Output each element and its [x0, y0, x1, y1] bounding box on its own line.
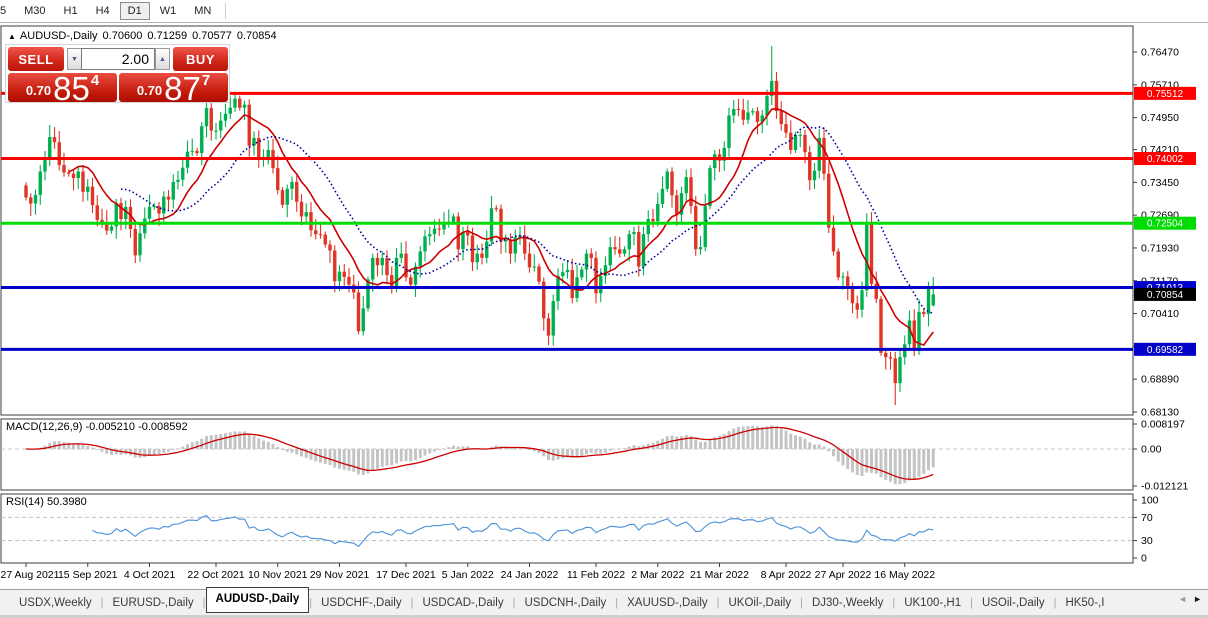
price-axis: 0.764700.757100.749500.742100.734500.726…: [1133, 47, 1188, 565]
svg-text:0.73450: 0.73450: [1141, 177, 1179, 189]
date-axis: 27 Aug 202115 Sep 2021 4 Oct 2021 22 Oct 2…: [1, 563, 936, 581]
buy-button[interactable]: BUY: [173, 47, 228, 71]
price-badge-0.75512: 0.75512: [1134, 87, 1196, 100]
low-value: 0.70577: [192, 30, 232, 42]
svg-text:0.71930: 0.71930: [1141, 242, 1179, 254]
svg-text:29 Nov 2021: 29 Nov 2021: [310, 569, 370, 581]
svg-text:24 Jan 2022: 24 Jan 2022: [501, 569, 559, 581]
svg-text:0.75512: 0.75512: [1147, 89, 1184, 100]
svg-text:11 Feb 2022: 11 Feb 2022: [567, 569, 625, 581]
svg-text:5 Jan 2022: 5 Jan 2022: [442, 569, 494, 581]
tab-usdcnh-daily[interactable]: USDCNH-,Daily: [515, 593, 615, 613]
chart-title: ▲ AUDUSD-,Daily 0.70600 0.71259 0.70577 0.708…: [8, 30, 282, 42]
tab-eurusd-daily[interactable]: EURUSD-,Daily: [104, 593, 203, 613]
svg-text:4 Oct 2021: 4 Oct 2021: [124, 569, 176, 581]
buy-price-big: 87: [164, 75, 201, 102]
price-badge-0.69582: 0.69582: [1134, 343, 1196, 356]
rsi-pane: [1, 494, 1133, 563]
triangle-up-icon: ▲: [159, 56, 166, 63]
tab-scroll-arrows: ◄►: [1178, 594, 1202, 604]
svg-text:2 Mar 2022: 2 Mar 2022: [631, 569, 684, 581]
price-badge-0.72504: 0.72504: [1134, 217, 1196, 230]
price-badge-0.74002: 0.74002: [1134, 152, 1196, 165]
tab-xauusd-daily[interactable]: XAUUSD-,Daily: [618, 593, 717, 613]
svg-text:100: 100: [1141, 495, 1159, 507]
symbol-period-label: AUDUSD-,Daily: [20, 30, 98, 42]
svg-text:0.68130: 0.68130: [1141, 407, 1179, 419]
sell-price-display[interactable]: 0.70 85 4: [8, 73, 117, 102]
svg-text:0.70410: 0.70410: [1141, 308, 1179, 320]
buy-price-display[interactable]: 0.70 87 7: [119, 73, 228, 102]
svg-text:21 Mar 2022: 21 Mar 2022: [690, 569, 749, 581]
volume-increase-button[interactable]: ▲: [155, 48, 170, 70]
mt4-window: 5M30H1H4D1W1MN 0.764700.757100.749500.74…: [0, 0, 1208, 618]
bid-price-badge: 0.70854: [1134, 288, 1196, 301]
sell-price-sup: 4: [91, 72, 99, 89]
svg-text:0.69582: 0.69582: [1147, 345, 1184, 356]
svg-text:27 Apr 2022: 27 Apr 2022: [815, 569, 872, 581]
svg-text:0.72504: 0.72504: [1147, 219, 1184, 230]
tab-scroll-right-icon[interactable]: ►: [1193, 594, 1202, 604]
volume-input[interactable]: 2.00: [81, 48, 155, 70]
close-value: 0.70854: [237, 30, 277, 42]
open-value: 0.70600: [103, 30, 143, 42]
tab-hk50-i[interactable]: HK50-,I: [1056, 593, 1113, 613]
sell-price-prefix: 0.70: [26, 83, 51, 98]
macd-indicator-label: MACD(12,26,9) -0.005210 -0.008592: [6, 421, 188, 433]
tab-usdchf-daily[interactable]: USDCHF-,Daily: [312, 593, 411, 613]
rsi-indicator-label: RSI(14) 50.3980: [6, 496, 87, 508]
tab-scroll-left-icon[interactable]: ◄: [1178, 594, 1187, 604]
sell-button[interactable]: SELL: [8, 47, 64, 71]
svg-text:27 Aug 2021: 27 Aug 2021: [1, 569, 60, 581]
svg-text:0.00: 0.00: [1141, 444, 1162, 456]
one-click-trading-panel: SELL ▼ 2.00 ▲ BUY 0.70 85 4 0.70 87 7: [5, 44, 230, 103]
svg-text:17 Dec 2021: 17 Dec 2021: [376, 569, 436, 581]
svg-text:0.008197: 0.008197: [1141, 418, 1185, 430]
tab-usdcad-daily[interactable]: USDCAD-,Daily: [413, 593, 512, 613]
svg-text:0: 0: [1141, 553, 1147, 565]
chart-tab-bar: USDX,Weekly|EURUSD-,Daily|AUDUSD-,Daily|…: [0, 589, 1208, 615]
svg-text:22 Oct 2021: 22 Oct 2021: [187, 569, 244, 581]
volume-decrease-button[interactable]: ▼: [67, 48, 82, 70]
svg-text:0.70854: 0.70854: [1147, 290, 1184, 301]
svg-text:30: 30: [1141, 535, 1153, 547]
high-value: 0.71259: [147, 30, 187, 42]
svg-text:15 Sep 2021: 15 Sep 2021: [58, 569, 118, 581]
tab-dj30-weekly[interactable]: DJ30-,Weekly: [803, 593, 892, 613]
buy-price-prefix: 0.70: [137, 83, 162, 98]
sell-price-big: 85: [53, 75, 90, 102]
svg-text:16 May 2022: 16 May 2022: [874, 569, 935, 581]
tab-usdx-weekly[interactable]: USDX,Weekly: [10, 593, 101, 613]
triangle-down-icon: ▼: [71, 56, 78, 63]
tab-uk100-h1[interactable]: UK100-,H1: [895, 593, 970, 613]
svg-text:70: 70: [1141, 512, 1153, 524]
buy-price-sup: 7: [202, 72, 210, 89]
svg-text:10 Nov 2021: 10 Nov 2021: [248, 569, 308, 581]
svg-text:-0.012121: -0.012121: [1141, 480, 1188, 492]
svg-text:0.74002: 0.74002: [1147, 154, 1184, 165]
tab-ukoil-daily[interactable]: UKOil-,Daily: [719, 593, 800, 613]
collapse-arrow-icon[interactable]: ▲: [8, 32, 16, 41]
svg-text:8 Apr 2022: 8 Apr 2022: [761, 569, 812, 581]
svg-text:0.68890: 0.68890: [1141, 374, 1179, 386]
tab-usoil-daily[interactable]: USOil-,Daily: [973, 593, 1054, 613]
tab-audusd-daily[interactable]: AUDUSD-,Daily: [206, 587, 310, 613]
svg-text:0.76470: 0.76470: [1141, 47, 1179, 59]
svg-text:0.74950: 0.74950: [1141, 112, 1179, 124]
